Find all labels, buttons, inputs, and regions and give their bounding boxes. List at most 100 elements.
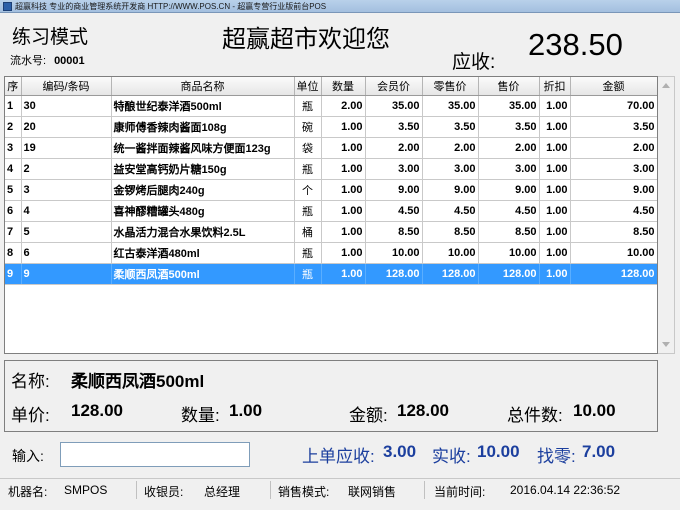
cell-retail-price: 2.00 xyxy=(422,137,479,159)
column-header-sale-price[interactable]: 售价 xyxy=(478,77,540,96)
cell-discount: 1.00 xyxy=(539,137,571,159)
cell-discount: 1.00 xyxy=(539,95,571,117)
cell-retail-price: 4.50 xyxy=(422,200,479,222)
time-value: 2016.04.14 22:36:52 xyxy=(510,483,621,497)
cell-discount: 1.00 xyxy=(539,263,571,285)
cell-name: 喜神醪糟罐头480g xyxy=(111,200,295,222)
table-row[interactable]: 6 4 喜神醪糟罐头480g 瓶 1.00 4.50 4.50 4.50 1.00 4.50 xyxy=(5,200,657,222)
cell-code: 19 xyxy=(21,137,112,159)
cell-code: 20 xyxy=(21,116,112,138)
cell-seq: 4 xyxy=(5,158,22,180)
cell-discount: 1.00 xyxy=(539,116,571,138)
cell-unit: 个 xyxy=(294,179,322,201)
detail-qty-label: 数量: xyxy=(181,406,220,425)
column-header-amount[interactable]: 金额 xyxy=(570,77,657,96)
column-header-retail-price[interactable]: 零售价 xyxy=(422,77,479,96)
detail-total-count-value: 10.00 xyxy=(573,401,616,420)
amount-due-label: 应收: xyxy=(452,52,496,73)
cell-member-price: 35.00 xyxy=(365,95,423,117)
cell-seq: 5 xyxy=(5,179,22,201)
cell-code: 3 xyxy=(21,179,112,201)
cell-retail-price: 10.00 xyxy=(422,242,479,264)
cell-discount: 1.00 xyxy=(539,179,571,201)
cell-retail-price: 3.00 xyxy=(422,158,479,180)
cell-qty: 1.00 xyxy=(321,242,366,264)
prev-due-value: 3.00 xyxy=(383,442,417,461)
cell-member-price: 2.00 xyxy=(365,137,423,159)
empty-row xyxy=(5,305,657,326)
cell-unit: 袋 xyxy=(294,137,322,159)
cell-discount: 1.00 xyxy=(539,221,571,243)
cell-name: 统一酱拌面辣酱风味方便面123g xyxy=(111,137,295,159)
cell-unit: 瓶 xyxy=(294,158,322,180)
cell-code: 2 xyxy=(21,158,112,180)
cell-member-price: 3.00 xyxy=(365,158,423,180)
cell-code: 5 xyxy=(21,221,112,243)
window-title: 超赢科技 专业的商业管理系统开发商 HTTP://WWW.POS.CN - 超赢… xyxy=(15,1,327,11)
cell-member-price: 10.00 xyxy=(365,242,423,264)
amount-due-value: 238.50 xyxy=(528,27,623,62)
cell-sale-price: 8.50 xyxy=(478,221,540,243)
machine-label: 机器名: xyxy=(8,485,48,499)
cell-code: 9 xyxy=(21,263,112,285)
table-row[interactable]: 4 2 益安堂高钙奶片糖150g 瓶 1.00 3.00 3.00 3.00 1.00 3.00 xyxy=(5,158,657,180)
serial-number: 流水号: 00001 xyxy=(10,52,85,68)
column-header-discount[interactable]: 折扣 xyxy=(539,77,571,96)
cell-unit: 瓶 xyxy=(294,242,322,264)
scroll-down-arrow-icon[interactable] xyxy=(662,342,670,347)
table-row[interactable]: 1 30 特酿世纪泰洋酒500ml 瓶 2.00 35.00 35.00 35.00 1.00 7… xyxy=(5,95,657,117)
grid-vertical-scrollbar[interactable] xyxy=(658,76,675,354)
cell-name: 益安堂高钙奶片糖150g xyxy=(111,158,295,180)
cell-seq: 6 xyxy=(5,200,22,222)
column-header-qty[interactable]: 数量 xyxy=(321,77,366,96)
cell-retail-price: 35.00 xyxy=(422,95,479,117)
cell-unit: 瓶 xyxy=(294,200,322,222)
cell-seq: 9 xyxy=(5,263,22,285)
cell-amount: 8.50 xyxy=(570,221,657,243)
cell-amount: 10.00 xyxy=(570,242,657,264)
column-header-member-price[interactable]: 会员价 xyxy=(365,77,423,96)
cell-amount: 2.00 xyxy=(570,137,657,159)
status-bar: 机器名: SMPOS 收银员: 总经理 销售模式: 联网销售 当前时间: 201… xyxy=(0,478,680,500)
cell-member-price: 128.00 xyxy=(365,263,423,285)
cell-seq: 3 xyxy=(5,137,22,159)
table-row[interactable]: 5 3 金锣烤后腿肉240g 个 1.00 9.00 9.00 9.00 1.00 9.00 xyxy=(5,179,657,201)
sales-item-grid[interactable]: 序 编码/条码 商品名称 单位 数量 会员价 零售价 售价 折扣 金额 1 30 特… xyxy=(4,76,658,354)
cell-sale-price: 3.50 xyxy=(478,116,540,138)
cell-amount: 3.50 xyxy=(570,116,657,138)
cell-amount: 128.00 xyxy=(570,263,657,285)
detail-qty-value: 1.00 xyxy=(229,401,263,420)
table-row[interactable]: 2 20 康师傅香辣肉酱面108g 碗 1.00 3.50 3.50 3.50 1.00 3.50 xyxy=(5,116,657,138)
table-row[interactable]: 7 5 水晶活力混合水果饮料2.5L 桶 1.00 8.50 8.50 8.50 1.00 8.5… xyxy=(5,221,657,243)
column-header-unit[interactable]: 单位 xyxy=(294,77,322,96)
cell-amount: 70.00 xyxy=(570,95,657,117)
serial-label: 流水号: xyxy=(10,55,47,67)
cell-unit: 桶 xyxy=(294,221,322,243)
cell-sale-price: 35.00 xyxy=(478,95,540,117)
cell-sale-price: 2.00 xyxy=(478,137,540,159)
change-value: 7.00 xyxy=(582,442,616,461)
scroll-up-arrow-icon[interactable] xyxy=(662,83,670,88)
item-detail-panel: 名称: 柔顺西凤酒500ml 单价: 128.00 数量: 1.00 金额: 1… xyxy=(4,360,658,432)
barcode-input[interactable] xyxy=(60,442,250,467)
cell-unit: 碗 xyxy=(294,116,322,138)
cell-discount: 1.00 xyxy=(539,242,571,264)
table-row[interactable]: 9 9 柔顺西凤酒500ml 瓶 1.00 128.00 128.00 128.00 1.00 1… xyxy=(5,263,657,285)
cashier-label: 收银员: xyxy=(144,485,184,499)
header: 练习模式 流水号: 00001 超赢超市欢迎您 应收: 238.50 xyxy=(0,13,680,76)
cell-seq: 2 xyxy=(5,116,22,138)
detail-name-label: 名称: xyxy=(11,372,50,391)
table-header-row: 序 编码/条码 商品名称 单位 数量 会员价 零售价 售价 折扣 金额 xyxy=(5,77,657,96)
table-row[interactable]: 3 19 统一酱拌面辣酱风味方便面123g 袋 1.00 2.00 2.00 2.00 1.00… xyxy=(5,137,657,159)
table-row[interactable]: 8 6 红古泰洋酒480ml 瓶 1.00 10.00 10.00 10.00 1.00 10.0… xyxy=(5,242,657,264)
column-header-name[interactable]: 商品名称 xyxy=(111,77,295,96)
cell-amount: 4.50 xyxy=(570,200,657,222)
column-header-seq[interactable]: 序 xyxy=(5,77,22,96)
cell-sale-price: 4.50 xyxy=(478,200,540,222)
column-header-code[interactable]: 编码/条码 xyxy=(21,77,112,96)
cell-member-price: 4.50 xyxy=(365,200,423,222)
status-divider xyxy=(270,481,271,499)
cashier-value: 总经理 xyxy=(204,485,241,499)
change-label: 找零: xyxy=(537,447,576,466)
cell-sale-price: 128.00 xyxy=(478,263,540,285)
